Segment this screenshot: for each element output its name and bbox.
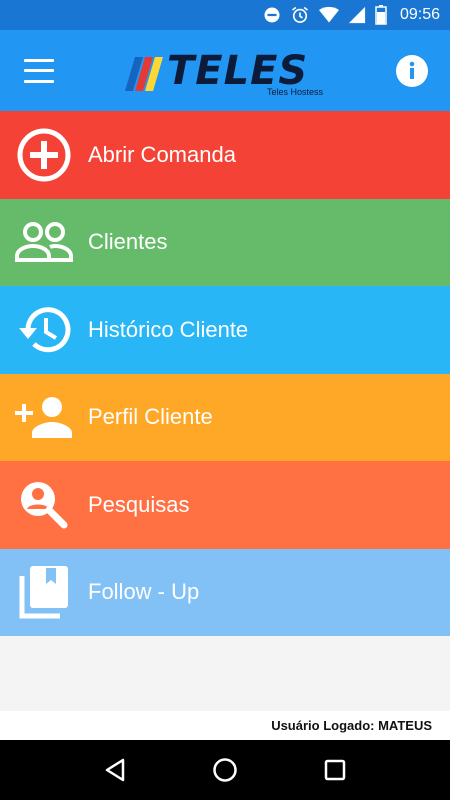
app-bar: TELES Teles Hostess bbox=[0, 30, 450, 111]
back-icon[interactable] bbox=[95, 750, 135, 790]
hamburger-menu-icon[interactable] bbox=[24, 58, 54, 83]
menu-item-pesquisas[interactable]: Pesquisas bbox=[0, 461, 450, 549]
menu-item-historico-cliente[interactable]: Histórico Cliente bbox=[0, 286, 450, 374]
person-add-icon bbox=[15, 397, 72, 439]
menu-item-label: Histórico Cliente bbox=[88, 316, 249, 342]
home-icon[interactable] bbox=[205, 750, 245, 790]
status-bar: 09:56 bbox=[0, 0, 450, 30]
menu-item-label: Abrir Comanda bbox=[88, 141, 236, 167]
signal-icon bbox=[348, 6, 366, 24]
menu-item-label: Clientes bbox=[88, 229, 168, 255]
menu-item-label: Follow - Up bbox=[88, 579, 200, 605]
logo-stripes-icon bbox=[125, 56, 163, 91]
person-search-icon bbox=[21, 481, 68, 529]
menu-item-clientes[interactable]: Clientes bbox=[0, 198, 450, 286]
main-menu: Abrir Comanda Clientes Histórico Cliente… bbox=[0, 111, 450, 636]
logged-user-text: Usuário Logado: MATEUS bbox=[271, 718, 432, 733]
info-icon[interactable] bbox=[396, 54, 428, 87]
add-circle-icon bbox=[17, 128, 71, 182]
system-nav-bar bbox=[0, 740, 450, 800]
do-not-disturb-icon bbox=[264, 7, 280, 23]
recents-icon[interactable] bbox=[315, 750, 355, 790]
people-icon bbox=[15, 222, 73, 263]
menu-item-label: Perfil Cliente bbox=[88, 404, 213, 430]
menu-item-perfil-cliente[interactable]: Perfil Cliente bbox=[0, 373, 450, 461]
menu-item-abrir-comanda[interactable]: Abrir Comanda bbox=[0, 111, 450, 199]
logged-user-footer: Usuário Logado: MATEUS bbox=[0, 711, 450, 740]
wifi-icon bbox=[318, 6, 339, 23]
app-logo: TELES Teles Hostess bbox=[125, 45, 325, 97]
menu-item-follow-up[interactable]: Follow - Up bbox=[0, 548, 450, 636]
logo-subtitle: Teles Hostess bbox=[266, 86, 323, 97]
alarm-icon bbox=[291, 6, 308, 23]
history-icon bbox=[19, 307, 71, 352]
status-time: 09:56 bbox=[399, 6, 440, 23]
battery-icon bbox=[375, 5, 387, 25]
menu-item-label: Pesquisas bbox=[88, 491, 190, 517]
library-books-icon bbox=[19, 566, 68, 619]
